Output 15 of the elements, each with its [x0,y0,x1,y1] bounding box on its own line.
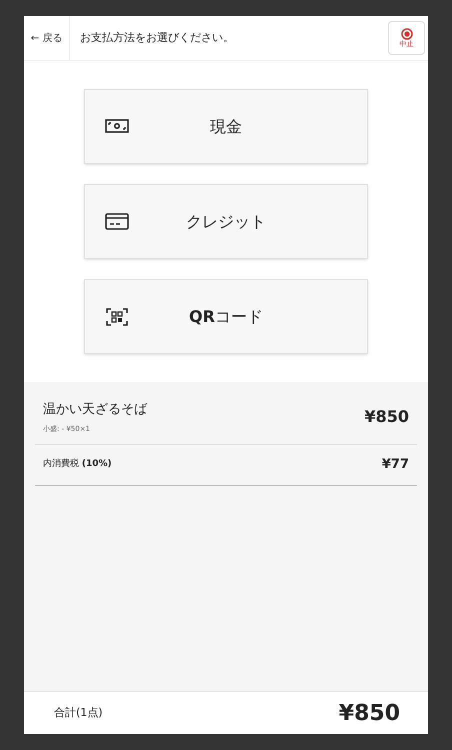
tax-label: 内消費税 (10%) [43,458,112,471]
cash-icon [105,117,129,136]
back-button[interactable]: ← 戻る [24,16,70,60]
payment-method-button[interactable]: クレジット [84,184,368,259]
total-label: 合計(1点) [54,704,103,721]
qr-code-icon [105,307,129,326]
credit-card-icon [105,212,129,231]
stop-icon [400,28,412,40]
payment-method-button[interactable]: QRコード [84,279,368,354]
item-name: 温かい天ざるそば [43,401,147,419]
payment-method-button[interactable]: 現金 [84,89,368,164]
total-amount: ¥850 [338,700,400,728]
page-title: お支払方法をお選びください。 [80,30,235,46]
tax-amount: ¥77 [382,456,409,474]
item-price: ¥850 [364,406,409,428]
